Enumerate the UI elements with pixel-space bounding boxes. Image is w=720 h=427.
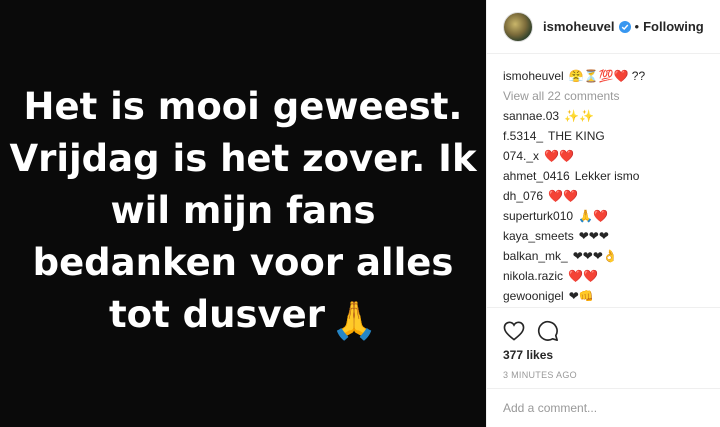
likes-count[interactable]: 377 likes: [487, 344, 720, 362]
comment-text: 🙏❤️: [578, 209, 608, 223]
separator-dot: •: [634, 19, 640, 34]
comment-row: nikola.razic ❤️❤️: [503, 266, 704, 286]
comment-icon[interactable]: [537, 320, 559, 342]
comment-text: ❤❤❤: [578, 229, 609, 243]
comment-row: kaya_smeets ❤❤❤: [503, 226, 704, 246]
post-text: Het is mooi geweest. Vrijdag is het zove…: [8, 81, 478, 347]
comment-username[interactable]: kaya_smeets: [503, 229, 574, 243]
following-button[interactable]: Following: [643, 19, 704, 34]
comment-username[interactable]: f.5314_: [503, 129, 543, 143]
comment-row: gewoonigel ❤👊: [503, 286, 704, 306]
add-comment-input[interactable]: Add a comment...: [487, 388, 720, 427]
comment-row: ahmet_0416 Lekker ismo: [503, 166, 704, 186]
comment-row: f.5314_ THE KING: [503, 126, 704, 146]
comment-row: sannae.03 ✨✨: [503, 106, 704, 126]
comment-text: ❤️❤️: [568, 269, 598, 283]
comment-row: 074._x ❤️❤️: [503, 146, 704, 166]
comment-username[interactable]: dh_076: [503, 189, 543, 203]
comment-username[interactable]: nikola.razic: [503, 269, 563, 283]
comment-text: ❤️❤️: [548, 189, 578, 203]
comments-list[interactable]: ismoheuvel 😤⏳💯❤️ ?? View all 22 comments …: [487, 54, 720, 308]
comment-username[interactable]: ahmet_0416: [503, 169, 570, 183]
comment-username[interactable]: superturk010: [503, 209, 573, 223]
comment-username[interactable]: 074._x: [503, 149, 539, 163]
comment-text: ❤👊: [568, 289, 594, 303]
view-all-comments-link[interactable]: View all 22 comments: [503, 86, 704, 106]
comment-text: ❤❤❤👌: [572, 249, 618, 263]
post-image[interactable]: Het is mooi geweest. Vrijdag is het zove…: [0, 0, 486, 427]
post-sidebar: ismoheuvel • Following ismoheuvel 😤⏳💯❤️ ?…: [486, 0, 720, 427]
caption-text: 😤⏳💯❤️ ??: [568, 69, 646, 83]
comment-row: balkan_mk_ ❤❤❤👌: [503, 246, 704, 266]
caption-username[interactable]: ismoheuvel: [503, 69, 564, 83]
avatar[interactable]: [503, 11, 533, 42]
comment-username[interactable]: balkan_mk_: [503, 249, 568, 263]
post-header: ismoheuvel • Following: [487, 0, 720, 54]
comment-row: dh_076 ❤️❤️: [503, 186, 704, 206]
comment-text: THE KING: [548, 129, 605, 143]
comment-text: ❤️❤️: [544, 149, 574, 163]
comment-row: superturk010 🙏❤️: [503, 206, 704, 226]
post-text-body: Het is mooi geweest. Vrijdag is het zove…: [9, 84, 477, 336]
action-bar: [487, 308, 720, 344]
comment-username[interactable]: gewoonigel: [503, 289, 564, 303]
post-timestamp: 3 MINUTES AGO: [503, 370, 577, 380]
comment-username[interactable]: sannae.03: [503, 109, 559, 123]
heart-icon[interactable]: [503, 321, 525, 341]
header-username[interactable]: ismoheuvel: [543, 19, 615, 34]
praying-hands-icon: 🙏: [330, 298, 378, 342]
caption: ismoheuvel 😤⏳💯❤️ ??: [503, 66, 704, 86]
comment-text: Lekker ismo: [574, 169, 640, 183]
comment-text: ✨✨: [564, 109, 594, 123]
verified-badge-icon: [618, 20, 631, 33]
